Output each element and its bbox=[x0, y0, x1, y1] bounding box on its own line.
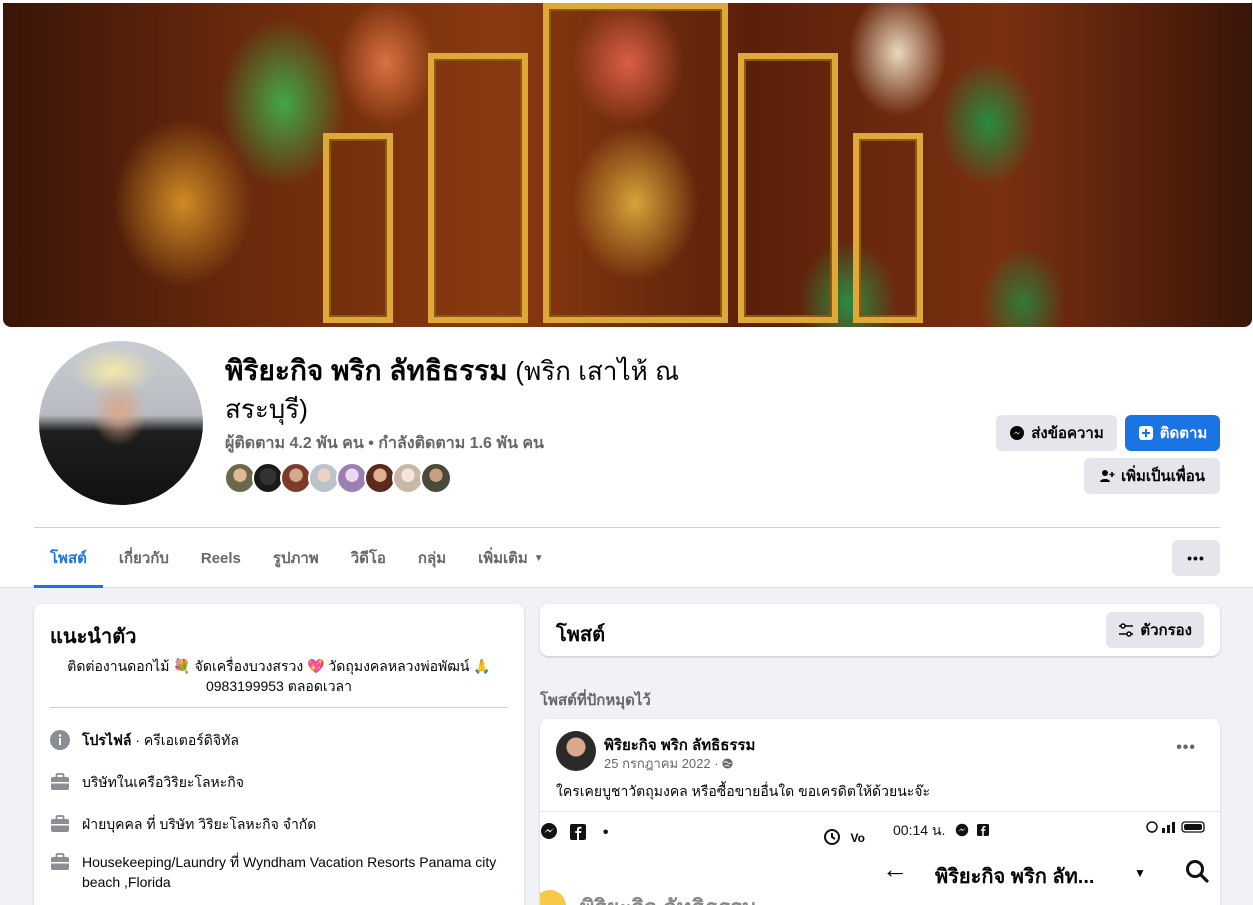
intro-work-row: Housekeeping/Laundry ที่ Wyndham Vacatio… bbox=[50, 852, 510, 892]
cover-frame bbox=[428, 53, 528, 323]
tab-label: เกี่ยวกับ bbox=[118, 550, 169, 567]
intro-work-row: บริษัทในเครือวิริยะโลหะกิจ bbox=[50, 772, 510, 792]
tab-reels[interactable]: Reels bbox=[185, 528, 257, 588]
intro-profile-value: · ครีเอเตอร์ดิจิทัล bbox=[131, 732, 239, 748]
post-date[interactable]: 25 กรกฎาคม 2022 · bbox=[604, 753, 733, 774]
screenshot-blurred-name: พิริยะกิจ ลัทธิธรรม bbox=[580, 890, 756, 905]
filter-button-label: ตัวกรอง bbox=[1140, 622, 1192, 639]
dot-icon: • bbox=[602, 824, 609, 841]
screenshot-status-icons bbox=[1146, 820, 1206, 837]
cover-frame bbox=[543, 3, 728, 323]
friend-avatar[interactable] bbox=[420, 462, 452, 494]
tab-videos[interactable]: วิดีโอ bbox=[335, 528, 402, 588]
alarm-icon bbox=[824, 829, 840, 845]
post-author-avatar[interactable] bbox=[556, 731, 596, 771]
tab-photos[interactable]: รูปภาพ bbox=[257, 528, 335, 588]
briefcase-icon bbox=[51, 815, 69, 832]
filter-icon bbox=[1119, 623, 1134, 637]
profile-name: พิริยะกิจ พริก ลัทธิธรรม (พริก เสาไห้ ณ … bbox=[225, 352, 765, 428]
messenger-icon bbox=[956, 823, 969, 837]
cover-frame bbox=[738, 53, 838, 323]
volte-icon: Vo bbox=[850, 831, 865, 845]
briefcase-icon bbox=[51, 773, 69, 790]
tab-posts[interactable]: โพสต์ bbox=[34, 528, 103, 588]
bio-line: 0983199953 ตลอดเวลา bbox=[205, 678, 352, 694]
intro-card: แนะนำตัว ติดต่องานดอกไม้ 💐 จัดเครื่องบวง… bbox=[34, 604, 524, 905]
facebook-icon bbox=[977, 824, 990, 836]
screenshot-profile-name: พิริยะกิจ พริก ลัท... bbox=[935, 866, 1095, 888]
more-options-button[interactable]: ••• bbox=[1172, 540, 1220, 576]
globe-icon bbox=[722, 758, 733, 769]
tab-label: รูปภาพ bbox=[272, 550, 319, 567]
intro-work-text[interactable]: บริษัทในเครือวิริยะโลหะกิจ bbox=[82, 772, 244, 792]
caret-down-icon: ▼ bbox=[533, 552, 544, 564]
post-image[interactable]: • Vo 00:14 น. ← พิริยะกิจ พริก ลัท... ▼ … bbox=[540, 811, 1220, 905]
messenger-icon bbox=[541, 823, 557, 839]
posts-header-card: โพสต์ ตัวกรอง bbox=[540, 604, 1220, 656]
friend-avatars[interactable] bbox=[224, 462, 452, 496]
screenshot-time: 00:14 น. bbox=[893, 820, 990, 842]
back-arrow-icon: ← bbox=[882, 854, 908, 884]
message-button-label: ส่งข้อความ bbox=[1031, 425, 1104, 442]
messenger-icon bbox=[1010, 426, 1025, 440]
bio-line: ติดต่องานดอกไม้ 💐 จัดเครื่องบวงสรวง 💖 วั… bbox=[67, 658, 491, 674]
screenshot-emoji bbox=[540, 890, 566, 905]
message-button[interactable]: ส่งข้อความ bbox=[996, 415, 1117, 451]
tab-more[interactable]: เพิ่มเติม ▼ bbox=[462, 528, 560, 588]
pinned-posts-label: โพสต์ที่ปักหมุดไว้ bbox=[540, 692, 651, 709]
posts-title: โพสต์ bbox=[556, 624, 606, 646]
cover-photo[interactable] bbox=[3, 3, 1252, 327]
cover-frame bbox=[323, 133, 393, 323]
tab-about[interactable]: เกี่ยวกับ bbox=[103, 528, 185, 588]
tab-label: Reels bbox=[200, 549, 241, 567]
intro-work-text[interactable]: Housekeeping/Laundry ที่ Wyndham Vacatio… bbox=[82, 852, 510, 892]
cover-frame bbox=[853, 133, 923, 323]
profile-avatar[interactable] bbox=[36, 338, 206, 508]
tab-label: วิดีโอ bbox=[350, 550, 386, 567]
search-icon bbox=[1186, 860, 1209, 883]
briefcase-icon bbox=[51, 853, 69, 870]
follow-button[interactable]: ติดตาม bbox=[1125, 415, 1220, 451]
add-friend-button[interactable]: เพิ่มเป็นเพื่อน bbox=[1084, 458, 1220, 494]
caret-down-icon: ▼ bbox=[1134, 866, 1146, 880]
tab-label: กลุ่ม bbox=[417, 550, 447, 567]
filter-button[interactable]: ตัวกรอง bbox=[1106, 612, 1204, 648]
add-friend-button-label: เพิ่มเป็นเพื่อน bbox=[1120, 468, 1206, 485]
intro-bio: ติดต่องานดอกไม้ 💐 จัดเครื่องบวงสรวง 💖 วั… bbox=[50, 656, 508, 696]
intro-profile-label: โปรไฟล์ bbox=[82, 732, 132, 748]
intro-divider bbox=[50, 707, 508, 708]
info-icon bbox=[50, 730, 70, 750]
follow-stats[interactable]: ผู้ติดตาม 4.2 พัน คน • กำลังติดตาม 1.6 พ… bbox=[225, 431, 544, 456]
intro-profile-row: โปรไฟล์ · ครีเอเตอร์ดิจิทัล bbox=[50, 730, 510, 750]
signal-battery-icon bbox=[1146, 821, 1205, 833]
pinned-post: พิริยะกิจ พริก ลัทธิธรรม 25 กรกฎาคม 2022… bbox=[540, 719, 1220, 905]
tab-groups[interactable]: กลุ่ม bbox=[402, 528, 462, 588]
tab-label: โพสต์ bbox=[50, 550, 87, 567]
screenshot-alarm-icons: Vo bbox=[822, 826, 865, 847]
follow-button-label: ติดตาม bbox=[1159, 425, 1208, 442]
profile-name-main: พิริยะกิจ พริก ลัทธิธรรม bbox=[225, 355, 508, 386]
screenshot-statusbar-left: • bbox=[540, 822, 609, 842]
add-friend-icon bbox=[1099, 470, 1115, 482]
intro-title: แนะนำตัว bbox=[50, 626, 137, 648]
post-more-button[interactable]: ••• bbox=[1176, 739, 1196, 757]
screenshot-time-text: 00:14 น. bbox=[893, 822, 946, 838]
intro-work-text[interactable]: ฝ่ายบุคคล ที่ บริษัท วิริยะโลหะกิจ จำกัด bbox=[82, 814, 316, 834]
facebook-icon bbox=[570, 824, 587, 840]
tab-label: เพิ่มเติม bbox=[478, 550, 528, 567]
post-date-text: 25 กรกฎาคม 2022 · bbox=[604, 756, 719, 771]
profile-tabs: โพสต์ เกี่ยวกับ Reels รูปภาพ วิดีโอ กลุ่… bbox=[34, 528, 560, 588]
follow-icon bbox=[1138, 426, 1153, 440]
intro-work-row: ฝ่ายบุคคล ที่ บริษัท วิริยะโลหะกิจ จำกัด bbox=[50, 814, 510, 834]
post-text: ใครเคยบูชาวัตถุมงคล หรือซื้อขายอื่นใด ขอ… bbox=[556, 783, 931, 799]
